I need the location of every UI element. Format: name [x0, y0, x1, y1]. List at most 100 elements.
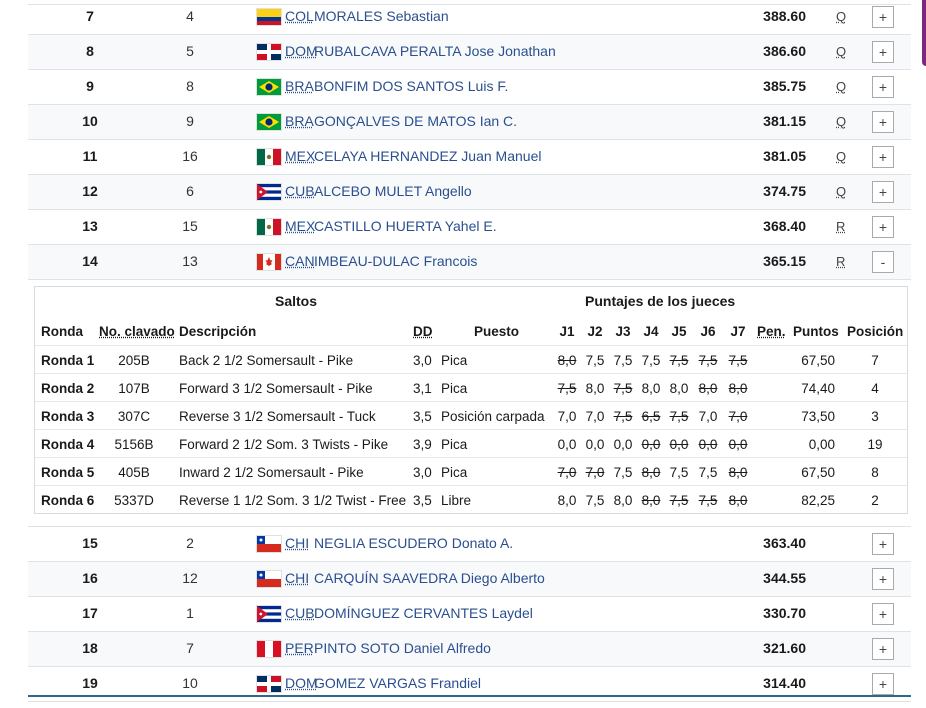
athlete-name[interactable]: GONÇALVES DE MATOS Ian C. [314, 113, 517, 129]
expand-toggle-button[interactable]: + [872, 146, 894, 168]
dive-position: Pica [441, 353, 468, 368]
judge-score: 7,5 [669, 353, 689, 368]
country-code[interactable]: CHI [285, 535, 309, 551]
dive-position: Posición carpada [441, 409, 545, 424]
rank: 10 [82, 113, 98, 129]
round-position: 3 [871, 409, 879, 424]
expand-toggle-button[interactable]: + [872, 111, 894, 133]
result-row: 13 15 MEX CASTILLO HUERTA Yahel E. 368.40 R + [28, 210, 911, 245]
dive-order: 9 [186, 113, 194, 129]
expand-toggle-button[interactable]: + [872, 6, 894, 28]
round-label: Ronda 5 [41, 465, 95, 480]
athlete-name[interactable]: CASTILLO HUERTA Yahel E. [314, 218, 497, 234]
athlete-name[interactable]: CELAYA HERNANDEZ Juan Manuel [314, 148, 541, 164]
round-label: Ronda 6 [41, 493, 95, 508]
expand-toggle-button[interactable]: + [872, 216, 894, 238]
athlete-name[interactable]: PINTO SOTO Daniel Alfredo [314, 640, 491, 656]
dive-order: 8 [186, 78, 194, 94]
country-code[interactable]: CUB [285, 605, 315, 621]
judge-score: 8,0 [613, 493, 633, 508]
round-points: 74,40 [801, 381, 835, 396]
col-descripcion: Descripción [179, 324, 257, 339]
round-points: 67,50 [801, 465, 835, 480]
col-flag-icon [257, 9, 281, 25]
round-position: 4 [871, 381, 879, 396]
judge-score: 7,0 [728, 409, 748, 424]
country-code[interactable]: MEX [285, 148, 315, 164]
total-score: 381.05 [763, 148, 806, 164]
country-code[interactable]: CHI [285, 570, 309, 586]
expand-toggle-button[interactable]: + [872, 533, 894, 555]
rank: 11 [82, 148, 98, 164]
qualification-mark: Q [836, 9, 847, 24]
athlete-name[interactable]: BONFIM DOS SANTOS Luis F. [314, 78, 508, 94]
judge-score: 8,0 [641, 493, 661, 508]
athlete-name[interactable]: DOMÍNGUEZ CERVANTES Laydel [314, 605, 533, 621]
dive-description: Reverse 1 1/2 Som. 3 1/2 Twist - Free [179, 493, 407, 508]
round-label: Ronda 4 [41, 437, 95, 452]
dive-order: 2 [186, 535, 194, 551]
judge-score: 7,5 [669, 493, 689, 508]
total-score: 363.40 [763, 535, 806, 551]
dive-order: 13 [182, 253, 198, 269]
athlete-name[interactable]: GOMEZ VARGAS Frandiel [314, 675, 481, 691]
expand-toggle-button[interactable]: + [872, 568, 894, 590]
results-table-top: 7 4 COL MORALES Sebastian 388.60 Q +8 5 DOM RUBAL… [28, 0, 911, 280]
dive-description: Inward 2 1/2 Somersault - Pike [179, 465, 364, 480]
athlete-name[interactable]: MORALES Sebastian [314, 8, 449, 24]
total-score: 365.15 [763, 253, 806, 269]
judge-score: 7,5 [698, 465, 718, 480]
judge-score: 0,0 [585, 437, 605, 452]
expand-toggle-button[interactable]: + [872, 41, 894, 63]
judge-score: 0,0 [613, 437, 633, 452]
dive-description: Reverse 3 1/2 Somersault - Tuck [179, 409, 376, 424]
bottom-rule [28, 695, 911, 697]
total-score: 368.40 [763, 218, 806, 234]
dive-position: Pica [441, 381, 468, 396]
total-score: 381.15 [763, 113, 806, 129]
result-row: 15 2 CHI NEGLIA ESCUDERO Donato A. 363.40 + [28, 527, 911, 562]
expand-toggle-button[interactable]: + [872, 603, 894, 625]
country-code[interactable]: CAN [285, 253, 315, 269]
country-code[interactable]: CUB [285, 183, 315, 199]
country-code[interactable]: DOM [285, 43, 318, 59]
round-points: 67,50 [801, 353, 835, 368]
dive-order: 10 [182, 675, 198, 691]
round-points: 0,00 [808, 437, 835, 452]
accent-bar [922, 0, 926, 66]
expand-toggle-button[interactable]: + [872, 181, 894, 203]
rank: 9 [86, 78, 94, 94]
expand-toggle-button[interactable]: + [872, 673, 894, 695]
round-position: 2 [871, 493, 879, 508]
total-score: 388.60 [763, 8, 806, 24]
athlete-name[interactable]: RUBALCAVA PERALTA Jose Jonathan [314, 43, 556, 59]
country-code[interactable]: MEX [285, 218, 315, 234]
judge-score: 7,0 [557, 409, 577, 424]
athlete-name[interactable]: ALCEBO MULET Angello [314, 183, 472, 199]
athlete-name[interactable]: CARQUÍN SAAVEDRA Diego Alberto [314, 570, 545, 586]
athlete-name[interactable]: IMBEAU-DULAC Francois [314, 253, 477, 269]
judge-score: 8,0 [641, 465, 661, 480]
expand-toggle-button[interactable]: - [872, 251, 894, 273]
expand-toggle-button[interactable]: + [872, 76, 894, 98]
judge-score: 7,5 [669, 465, 689, 480]
judge-score: 7,5 [585, 493, 605, 508]
qualification-mark: Q [836, 184, 847, 199]
total-score: 314.40 [763, 675, 806, 691]
expand-toggle-button[interactable]: + [872, 638, 894, 660]
dive-description: Forward 2 1/2 Som. 3 Twists - Pike [179, 437, 389, 452]
judge-score: 8,0 [728, 493, 748, 508]
judge-score: 7,5 [698, 353, 718, 368]
result-row: 7 4 COL MORALES Sebastian 388.60 Q + [28, 0, 911, 35]
athlete-name[interactable]: NEGLIA ESCUDERO Donato A. [314, 535, 513, 551]
country-code[interactable]: DOM [285, 675, 318, 691]
rank: 18 [82, 640, 98, 656]
country-code[interactable]: PER [285, 640, 314, 656]
judge-score: 7,5 [641, 353, 661, 368]
judge-score: 6,5 [641, 409, 661, 424]
country-code[interactable]: BRA [285, 113, 314, 129]
country-code[interactable]: COL [285, 8, 314, 24]
country-code[interactable]: BRA [285, 78, 314, 94]
qualification-mark: R [836, 219, 846, 234]
round-label: Ronda 3 [41, 409, 95, 424]
